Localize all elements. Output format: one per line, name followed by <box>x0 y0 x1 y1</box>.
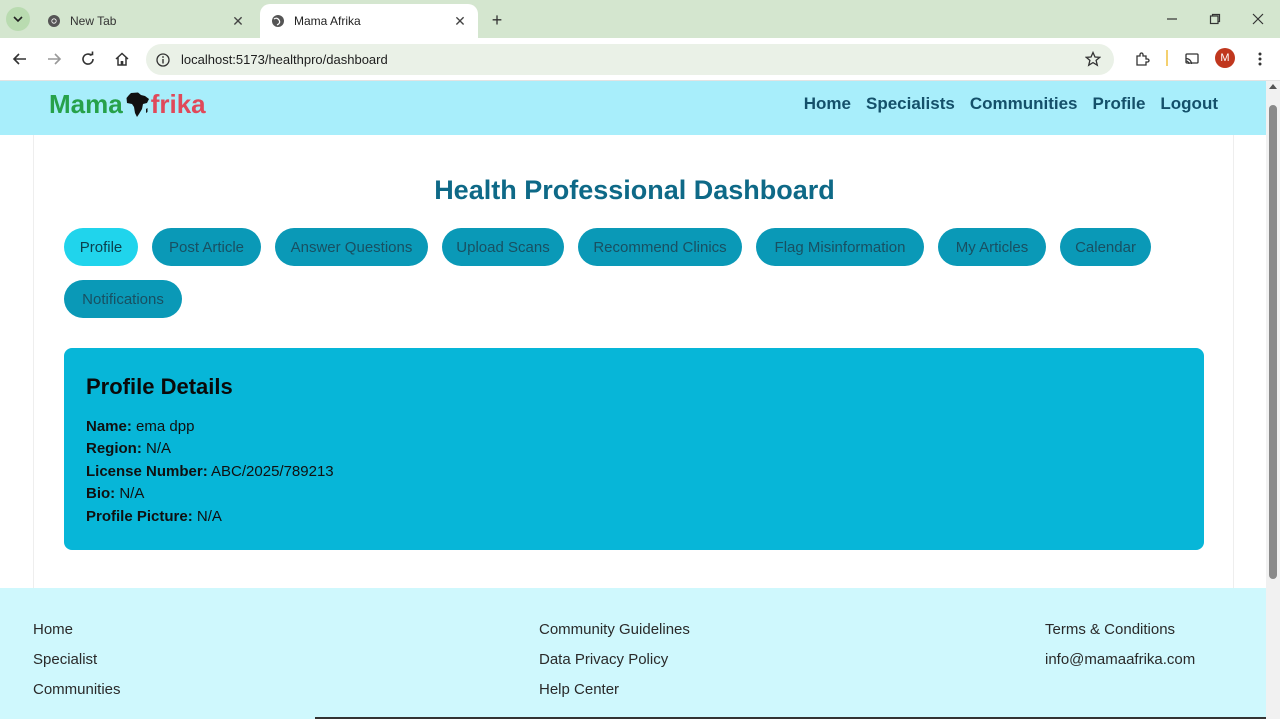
nav-specialists[interactable]: Specialists <box>866 94 955 114</box>
field-value: N/A <box>119 485 145 502</box>
url-text: localhost:5173/healthpro/dashboard <box>181 52 388 67</box>
field-value: N/A <box>146 440 172 457</box>
close-window-icon[interactable] <box>1247 8 1269 30</box>
site-header: Mama frika Home Specialists Communities … <box>0 81 1266 135</box>
field-label: Profile Picture: <box>86 508 193 525</box>
profile-details-panel: Profile Details Name: ema dpp Region: N/… <box>64 348 1204 550</box>
page-scrollbar[interactable] <box>1266 81 1280 719</box>
footer-link-community-guidelines[interactable]: Community Guidelines <box>539 621 690 638</box>
profile-field-picture: Profile Picture: N/A <box>86 508 222 525</box>
field-value: ema dpp <box>136 418 195 435</box>
tab-profile[interactable]: Profile <box>64 228 138 266</box>
tab-search-button[interactable] <box>6 7 30 31</box>
footer-link-specialist[interactable]: Specialist <box>33 651 97 668</box>
footer-link-communities[interactable]: Communities <box>33 681 121 698</box>
tab-notifications[interactable]: Notifications <box>64 280 182 318</box>
nav-home[interactable]: Home <box>804 94 851 114</box>
scroll-up-arrow-icon[interactable] <box>1269 84 1277 89</box>
new-tab-button[interactable]: + <box>486 9 508 31</box>
field-label: Region: <box>86 440 142 457</box>
nav-logout[interactable]: Logout <box>1160 94 1218 114</box>
field-label: Name: <box>86 418 132 435</box>
site-info-icon[interactable] <box>155 52 171 68</box>
tab-flag-misinformation[interactable]: Flag Misinformation <box>756 228 924 266</box>
globe-icon <box>270 13 286 29</box>
chrome-icon <box>46 13 62 29</box>
tab-upload-scans[interactable]: Upload Scans <box>442 228 564 266</box>
tab-post-article[interactable]: Post Article <box>152 228 261 266</box>
extensions-puzzle-icon[interactable] <box>1130 47 1154 71</box>
site-nav: Home Specialists Communities Profile Log… <box>804 94 1218 114</box>
browser-tab-strip: New Tab ✕ Mama Afrika ✕ + <box>0 0 1280 38</box>
site-footer: Home Specialist Communities Community Gu… <box>0 588 1266 719</box>
cast-icon[interactable] <box>1180 47 1204 71</box>
scroll-thumb[interactable] <box>1269 105 1277 579</box>
field-label: Bio: <box>86 485 116 502</box>
tab-title: Mama Afrika <box>294 14 361 28</box>
bookmark-star-icon[interactable] <box>1084 50 1102 68</box>
logo-text-frika: frika <box>150 89 206 119</box>
page-title: Health Professional Dashboard <box>434 175 835 205</box>
nav-profile[interactable]: Profile <box>1093 94 1146 114</box>
page-viewport: Mama frika Home Specialists Communities … <box>0 81 1266 719</box>
reload-icon[interactable] <box>76 47 100 71</box>
africa-map-icon <box>126 92 149 117</box>
profile-field-license-number: License Number: ABC/2025/789213 <box>86 463 334 480</box>
back-arrow-icon[interactable] <box>8 47 32 71</box>
field-label: License Number: <box>86 463 208 480</box>
profile-details-heading: Profile Details <box>86 374 233 399</box>
footer-link-help-center[interactable]: Help Center <box>539 681 619 698</box>
kebab-menu-icon[interactable] <box>1248 47 1272 71</box>
chevron-down-icon <box>13 16 23 23</box>
logo-text-mama: Mama <box>49 89 123 119</box>
tab-recommend-clinics[interactable]: Recommend Clinics <box>578 228 742 266</box>
profile-field-region: Region: N/A <box>86 440 171 457</box>
tab-title: New Tab <box>70 14 117 28</box>
tab-my-articles[interactable]: My Articles <box>938 228 1046 266</box>
tab-calendar[interactable]: Calendar <box>1060 228 1151 266</box>
close-tab-icon[interactable]: ✕ <box>230 13 246 29</box>
footer-link-data-privacy[interactable]: Data Privacy Policy <box>539 651 668 668</box>
field-value: N/A <box>196 508 222 525</box>
footer-email-link[interactable]: info@mamaafrika.com <box>1045 651 1195 668</box>
home-icon[interactable] <box>110 47 134 71</box>
tab-answer-questions[interactable]: Answer Questions <box>275 228 428 266</box>
toolbar-divider <box>1166 50 1168 66</box>
profile-avatar[interactable]: M <box>1215 48 1235 68</box>
footer-link-terms[interactable]: Terms & Conditions <box>1045 621 1175 638</box>
profile-field-bio: Bio: N/A <box>86 485 144 502</box>
browser-tab-new-tab[interactable]: New Tab ✕ <box>36 4 256 38</box>
footer-link-home[interactable]: Home <box>33 621 73 638</box>
site-logo[interactable]: Mama frika <box>49 89 206 120</box>
address-bar[interactable]: localhost:5173/healthpro/dashboard <box>146 44 1114 75</box>
forward-arrow-icon[interactable] <box>42 47 66 71</box>
profile-field-name: Name: ema dpp <box>86 418 194 435</box>
minimize-icon[interactable] <box>1161 8 1183 30</box>
nav-communities[interactable]: Communities <box>970 94 1078 114</box>
close-tab-icon[interactable]: ✕ <box>452 13 468 29</box>
browser-tab-mama-afrika[interactable]: Mama Afrika ✕ <box>260 4 478 38</box>
restore-icon[interactable] <box>1204 8 1226 30</box>
dashboard-card: Health Professional Dashboard Profile Po… <box>33 135 1234 588</box>
field-value: ABC/2025/789213 <box>211 463 334 480</box>
browser-toolbar: localhost:5173/healthpro/dashboard <box>0 38 1280 81</box>
